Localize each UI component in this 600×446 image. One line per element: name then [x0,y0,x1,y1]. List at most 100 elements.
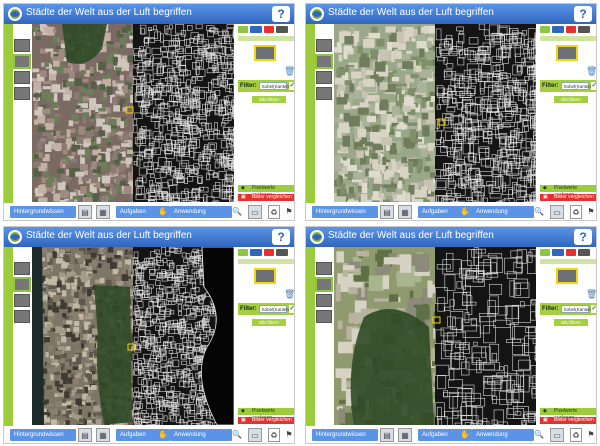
flag-icon[interactable]: ⚑ [586,205,596,219]
app-window-4: Städte der Welt aus der Luft begriffen ?… [305,226,597,444]
magnifier-icon[interactable]: 🔍 [532,428,546,442]
background-knowledge-button[interactable]: Hintergrundwissen [312,429,378,441]
computer-icon[interactable]: ▭ [550,428,564,442]
flag-icon[interactable]: ⚑ [284,428,294,442]
trash-icon[interactable]: 🗑 [586,66,596,77]
document-icon[interactable]: ▤ [380,205,394,219]
computer-icon[interactable]: ▭ [248,428,262,442]
help-button[interactable]: ? [272,229,290,245]
image-thumbnail[interactable] [14,294,30,307]
recycle-icon[interactable]: ♻ [570,428,582,442]
flag-icon[interactable]: ⚑ [284,205,294,219]
hand-icon[interactable]: ✋ [458,205,472,219]
hand-icon[interactable]: ✋ [156,428,170,442]
filter-select[interactable]: Sobel(Kanten) [258,305,290,313]
recycle-icon[interactable]: ♻ [268,428,280,442]
compare-images-button[interactable]: ▣ Bilder vergleichen [540,194,596,201]
original-image-thumb[interactable] [556,268,578,284]
original-image-thumb[interactable] [254,268,276,284]
image-thumbnail[interactable] [14,39,30,52]
image-thumbnails [13,39,31,103]
pixel-values-button[interactable]: ◆ Pixelwerte auslesen [238,185,294,198]
image-thumbnail[interactable] [316,262,332,275]
background-knowledge-button[interactable]: Hintergrundwissen [312,206,378,218]
image-thumbnail[interactable] [14,310,30,323]
picture-icon[interactable]: ▦ [96,205,110,219]
recycle-icon[interactable]: ♻ [570,205,582,219]
compare-images-button[interactable]: ▣ Bilder vergleichen [238,417,294,424]
image-thumbnail-selected[interactable] [315,277,333,292]
compare-images-label: Bilder vergleichen [554,417,594,423]
satellite-image-view[interactable] [334,247,536,425]
partner-logo [250,249,262,256]
filter-confirm-button[interactable]: ✓ [288,305,294,313]
computer-icon[interactable]: ▭ [248,205,262,219]
image-thumbnail[interactable] [316,310,332,323]
apply-filter-button[interactable]: Bild filtern [252,319,286,326]
header-bar: Städte der Welt aus der Luft begriffen ? [4,4,294,24]
question-icon: ? [277,7,285,21]
image-thumbnail[interactable] [14,87,30,100]
pixel-values-button[interactable]: ◆ Pixelwerte auslesen [540,185,596,198]
trash-icon[interactable]: 🗑 [586,289,596,300]
right-tool-panel: 🗑 Filter: Sobel(Kanten) ✓ Bild filtern ◆… [236,247,294,425]
right-tool-panel: 🗑 Filter: Sobel(Kanten) ✓ Bild filtern ◆… [538,24,596,202]
satellite-image-view[interactable] [32,247,234,425]
apply-filter-button[interactable]: Bild filtern [252,96,286,103]
filter-select[interactable]: Sobel(Kanten) [560,82,592,90]
computer-icon[interactable]: ▭ [550,205,564,219]
document-icon[interactable]: ▤ [78,205,92,219]
pixel-values-button[interactable]: ◆ Pixelwerte auslesen [540,408,596,421]
filter-select[interactable]: Sobel(Kanten) [560,305,592,313]
compare-icon: ▣ [543,417,548,423]
image-thumbnail-selected[interactable] [13,54,31,69]
pixel-values-button[interactable]: ◆ Pixelwerte auslesen [238,408,294,421]
help-button[interactable]: ? [272,6,290,22]
help-button[interactable]: ? [574,229,592,245]
application-button[interactable]: Anwendung [472,206,534,218]
background-knowledge-button[interactable]: Hintergrundwissen [10,429,76,441]
image-thumbnail[interactable] [316,87,332,100]
filter-confirm-button[interactable]: ✓ [288,82,294,90]
filter-confirm-button[interactable]: ✓ [590,82,596,90]
magnifier-icon[interactable]: 🔍 [230,205,244,219]
apply-filter-button[interactable]: Bild filtern [554,96,588,103]
compare-images-button[interactable]: ▣ Bilder vergleichen [540,417,596,424]
application-button[interactable]: Anwendung [170,429,232,441]
image-thumbnail[interactable] [316,39,332,52]
compare-icon: ▣ [241,417,246,423]
filter-select[interactable]: Sobel(Kanten) [258,82,290,90]
magnifier-icon[interactable]: 🔍 [230,428,244,442]
image-thumbnail[interactable] [316,294,332,307]
satellite-image-view[interactable] [334,24,536,202]
application-button[interactable]: Anwendung [472,429,534,441]
hand-icon[interactable]: ✋ [156,205,170,219]
image-thumbnail[interactable] [14,262,30,275]
recycle-icon[interactable]: ♻ [268,205,280,219]
compare-images-button[interactable]: ▣ Bilder vergleichen [238,194,294,201]
help-button[interactable]: ? [574,6,592,22]
partner-logos [540,248,596,257]
picture-icon[interactable]: ▦ [398,205,412,219]
trash-icon[interactable]: 🗑 [284,66,294,77]
document-icon[interactable]: ▤ [78,428,92,442]
hand-icon[interactable]: ✋ [458,428,472,442]
application-button[interactable]: Anwendung [170,206,232,218]
document-icon[interactable]: ▤ [380,428,394,442]
original-image-thumb[interactable] [254,45,276,61]
image-thumbnail[interactable] [14,71,30,84]
apply-filter-button[interactable]: Bild filtern [554,319,588,326]
picture-icon[interactable]: ▦ [96,428,110,442]
flag-icon[interactable]: ⚑ [586,428,596,442]
original-image-thumb[interactable] [556,45,578,61]
filter-label: Filter: [542,83,559,89]
satellite-image-view[interactable] [32,24,234,202]
picture-icon[interactable]: ▦ [398,428,412,442]
image-thumbnail[interactable] [316,71,332,84]
filter-confirm-button[interactable]: ✓ [590,305,596,313]
image-thumbnail-selected[interactable] [315,54,333,69]
magnifier-icon[interactable]: 🔍 [532,205,546,219]
background-knowledge-button[interactable]: Hintergrundwissen [10,206,76,218]
image-thumbnail-selected[interactable] [13,277,31,292]
trash-icon[interactable]: 🗑 [284,289,294,300]
